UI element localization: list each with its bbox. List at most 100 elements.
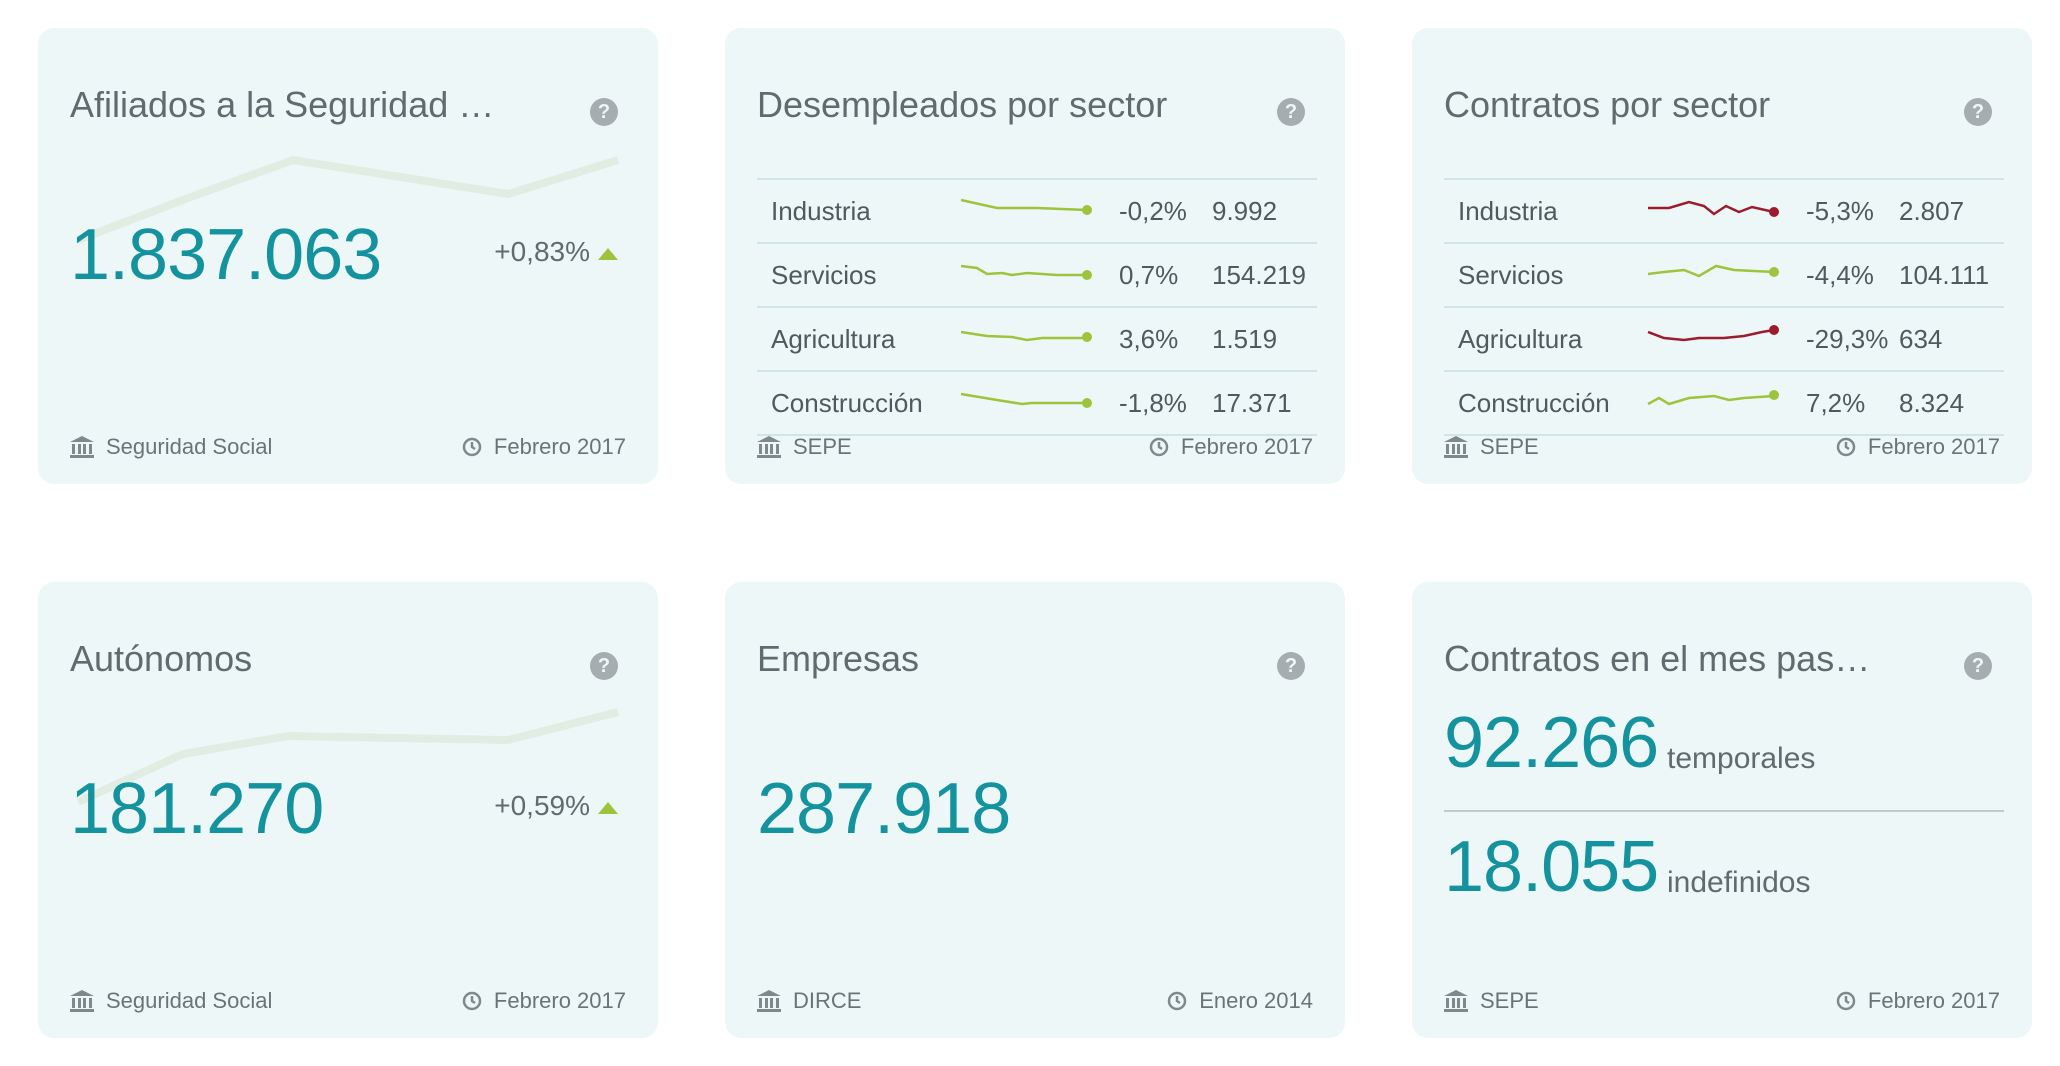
sector-percent: -29,3%	[1806, 323, 1889, 354]
card-contratos: Contratos por sector ? Industria -5,3% 2…	[1412, 28, 2032, 484]
sector-percent: -1,8%	[1119, 387, 1187, 418]
source: Seguridad Social	[70, 434, 272, 460]
sector-value: 104.111	[1899, 259, 1990, 290]
table-row: Servicios 0,7% 154.219	[757, 244, 1317, 308]
help-icon[interactable]: ?	[590, 98, 618, 126]
table-row: Construcción -1,8% 17.371	[757, 372, 1317, 436]
sparkline	[1647, 264, 1779, 278]
sector-percent: -0,2%	[1119, 195, 1187, 226]
sparkline	[1647, 390, 1779, 406]
table-row: Agricultura -29,3% 634	[1444, 308, 2004, 372]
sector-name: Agricultura	[771, 323, 896, 354]
date-label: Febrero 2017	[493, 434, 626, 459]
card-contratos-mes: Contratos en el mes pasado ? 92.266 temp…	[1412, 582, 2032, 1038]
sector-value: 17.371	[1212, 387, 1292, 418]
source-label: SEPE	[1480, 988, 1539, 1013]
date: Enero 2014	[1167, 988, 1313, 1014]
help-icon[interactable]: ?	[1964, 652, 1992, 680]
date: Febrero 2017	[1149, 434, 1313, 460]
help-icon[interactable]: ?	[590, 652, 618, 680]
source-label: Seguridad Social	[106, 434, 273, 459]
card-title: Autónomos	[70, 638, 253, 679]
divider	[1444, 810, 2004, 812]
main-value: 181.270	[70, 769, 324, 849]
table-row: Industria -5,3% 2.807	[1444, 180, 2004, 244]
source-label: DIRCE	[793, 988, 862, 1013]
temporales-label: temporales	[1667, 742, 1816, 775]
clock-icon	[1149, 437, 1169, 457]
card-title: Afiliados a la Seguridad S…	[70, 84, 500, 125]
clock-icon	[1836, 991, 1856, 1011]
clock-icon	[462, 437, 482, 457]
date-label: Febrero 2017	[493, 988, 626, 1013]
sector-value: 2.807	[1899, 195, 1965, 226]
sector-name: Industria	[1458, 195, 1558, 226]
sector-name: Agricultura	[1458, 323, 1583, 354]
date-label: Enero 2014	[1199, 988, 1313, 1013]
date: Febrero 2017	[462, 988, 626, 1014]
bank-icon	[70, 990, 94, 1012]
card-title: Contratos por sector	[1444, 84, 1771, 125]
source-label: Seguridad Social	[106, 988, 273, 1013]
sector-table: Industria -0,2% 9.992 Servicios 0,7% 154…	[757, 178, 1317, 436]
main-value: 1.837.063	[70, 215, 382, 295]
main-value: 287.918	[757, 769, 1011, 849]
card-autonomos: Autónomos ? 181.270 +0,59% Seguridad Soc…	[38, 582, 658, 1038]
card-title: Contratos en el mes pasado	[1444, 638, 1874, 679]
source: Seguridad Social	[70, 988, 272, 1014]
sector-name: Construcción	[771, 387, 923, 418]
sector-percent: -4,4%	[1806, 259, 1874, 290]
clock-icon	[1836, 437, 1856, 457]
change-indicator: +0,59%	[494, 790, 618, 822]
clock-icon	[462, 991, 482, 1011]
sector-table: Industria -5,3% 2.807 Servicios -4,4% 10…	[1444, 178, 2004, 436]
bank-icon	[70, 436, 94, 458]
indefinidos-label: indefinidos	[1667, 866, 1811, 899]
card-afiliados: Afiliados a la Seguridad S… ? 1.837.063 …	[38, 28, 658, 484]
sparkline	[960, 198, 1092, 215]
sector-value: 8.324	[1899, 387, 1965, 418]
date: Febrero 2017	[462, 434, 626, 460]
clock-icon	[1167, 991, 1187, 1011]
card-desempleados: Desempleados por sector ? Industria -0,2…	[725, 28, 1345, 484]
source: DIRCE	[757, 988, 861, 1014]
bank-icon	[1444, 436, 1468, 458]
date-label: Febrero 2017	[1180, 434, 1313, 459]
indefinidos-value: 18.055	[1444, 827, 1659, 907]
card-empresas: Empresas ? 287.918 DIRCE Enero 2014	[725, 582, 1345, 1038]
sector-name: Industria	[771, 195, 871, 226]
sector-percent: 7,2%	[1806, 387, 1866, 418]
source: SEPE	[757, 434, 852, 460]
source-label: SEPE	[793, 434, 852, 459]
table-row: Agricultura 3,6% 1.519	[757, 308, 1317, 372]
card-title: Desempleados por sector	[757, 84, 1168, 125]
help-icon[interactable]: ?	[1277, 652, 1305, 680]
table-row: Servicios -4,4% 104.111	[1444, 244, 2004, 308]
sector-percent: 0,7%	[1119, 259, 1179, 290]
sector-name: Servicios	[1458, 259, 1564, 290]
temporales-value: 92.266	[1444, 703, 1659, 783]
change-value: +0,59%	[494, 790, 590, 821]
help-icon[interactable]: ?	[1964, 98, 1992, 126]
sector-value: 154.219	[1212, 259, 1306, 290]
table-row: Industria -0,2% 9.992	[757, 180, 1317, 244]
table-row: Construcción 7,2% 8.324	[1444, 372, 2004, 436]
change-indicator: +0,83%	[494, 236, 618, 268]
sparkline	[960, 330, 1092, 342]
sparkline	[1648, 200, 1779, 217]
triangle-up-icon	[598, 801, 618, 814]
sparkline	[1647, 325, 1779, 342]
date: Febrero 2017	[1836, 988, 2000, 1014]
date-label: Febrero 2017	[1867, 434, 2000, 459]
date: Febrero 2017	[1836, 434, 2000, 460]
source: SEPE	[1444, 988, 1539, 1014]
card-title: Empresas	[757, 638, 920, 679]
sector-value: 634	[1899, 323, 1943, 354]
source-label: SEPE	[1480, 434, 1539, 459]
sparkline	[960, 264, 1092, 280]
bank-icon	[757, 990, 781, 1012]
source: SEPE	[1444, 434, 1539, 460]
date-label: Febrero 2017	[1867, 988, 2000, 1013]
help-icon[interactable]: ?	[1277, 98, 1305, 126]
bank-icon	[1444, 990, 1468, 1012]
